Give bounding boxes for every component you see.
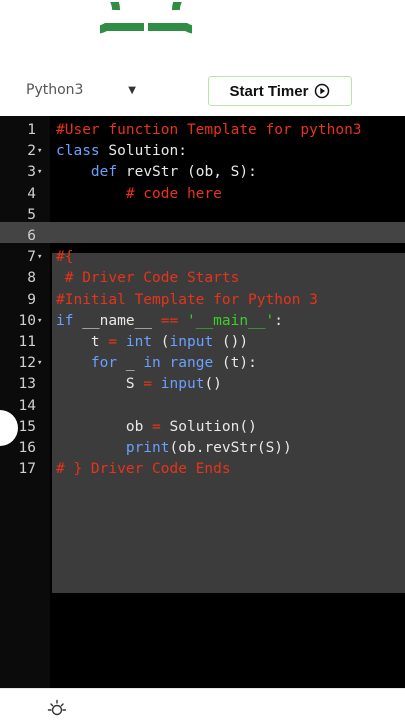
language-select[interactable]: Python3 ▼	[14, 76, 142, 104]
code-text: if __name__ == '__main__':	[56, 312, 284, 329]
code-text: #{	[56, 249, 74, 266]
line-number: 17	[18, 461, 36, 478]
footer	[0, 688, 405, 721]
language-select-value: Python3	[26, 82, 84, 98]
header	[0, 0, 405, 62]
toolbar: Python3 ▼ Start Timer	[0, 62, 405, 116]
geeksforgeeks-logo-icon[interactable]	[100, 2, 192, 48]
code-line[interactable]: 17 # } Driver Code Ends	[0, 459, 405, 480]
code-text: print(ob.revStr(S))	[125, 440, 292, 456]
code-line[interactable]: 16 print(ob.revStr(S))	[0, 438, 405, 459]
fold-arrow-icon[interactable]: ▾	[37, 141, 49, 162]
fold-arrow-icon[interactable]: ▾	[37, 353, 49, 374]
line-number: 1	[27, 122, 36, 138]
caret-down-icon: ▼	[128, 84, 136, 96]
code-line[interactable]: 6	[0, 226, 405, 247]
code-text: class Solution:	[56, 143, 187, 160]
code-line[interactable]: 1 #User function Template for python3	[0, 120, 405, 141]
line-number: 9	[27, 291, 36, 308]
code-line[interactable]: 15 ob = Solution()	[0, 417, 405, 438]
code-line[interactable]: 3 ▾ def revStr (ob, S):	[0, 162, 405, 183]
code-text: # code here	[56, 185, 222, 202]
line-number: 12	[18, 355, 36, 372]
line-number: 4	[27, 185, 36, 202]
code-text: # } Driver Code Ends	[56, 461, 231, 478]
code-text: for _ in range (t):	[90, 355, 257, 372]
line-number: 11	[18, 334, 36, 350]
code-line[interactable]: 5	[0, 205, 405, 226]
code-line[interactable]: 9 #Initial Template for Python 3	[0, 290, 405, 311]
code-text: S = input()	[125, 376, 222, 393]
code-line[interactable]: 13 S = input()	[0, 374, 405, 395]
code-text: # Driver Code Starts	[56, 270, 240, 287]
code-text: t = int (input ())	[90, 334, 249, 350]
line-number: 13	[18, 376, 36, 393]
code-line[interactable]: 12 ▾ for _ in range (t):	[0, 353, 405, 374]
code-text: def revStr (ob, S):	[90, 164, 257, 181]
code-line[interactable]: 11 t = int (input ())	[0, 332, 405, 353]
code-editor[interactable]: 1 #User function Template for python3 2 ▾ cl…	[0, 116, 405, 688]
fold-arrow-icon[interactable]: ▾	[37, 247, 49, 268]
code-line[interactable]: 7 ▾ #{	[0, 247, 405, 268]
line-number: 5	[27, 206, 36, 223]
start-timer-label: Start Timer	[229, 82, 309, 100]
line-number: 6	[27, 228, 36, 244]
line-number: 7	[27, 249, 36, 266]
code-line[interactable]: 10 ▾ if __name__ == '__main__':	[0, 311, 405, 332]
line-number: 8	[27, 270, 36, 287]
code-text: #User function Template for python3	[56, 122, 362, 138]
start-timer-button[interactable]: Start Timer	[208, 76, 352, 106]
code-line[interactable]: 8 # Driver Code Starts	[0, 268, 405, 289]
line-number: 10	[18, 312, 36, 329]
sun-icon[interactable]	[46, 697, 68, 719]
line-number: 2	[27, 143, 36, 160]
line-number: 3	[27, 164, 36, 181]
code-text: ob = Solution()	[125, 418, 257, 435]
code-line[interactable]: 14	[0, 396, 405, 417]
play-circle-icon	[315, 83, 330, 99]
code-line[interactable]: 4 # code here	[0, 184, 405, 205]
code-text: #Initial Template for Python 3	[56, 291, 318, 308]
code-line[interactable]: 2 ▾ class Solution:	[0, 141, 405, 162]
fold-arrow-icon[interactable]: ▾	[37, 162, 49, 183]
fold-arrow-icon[interactable]: ▾	[37, 311, 49, 332]
